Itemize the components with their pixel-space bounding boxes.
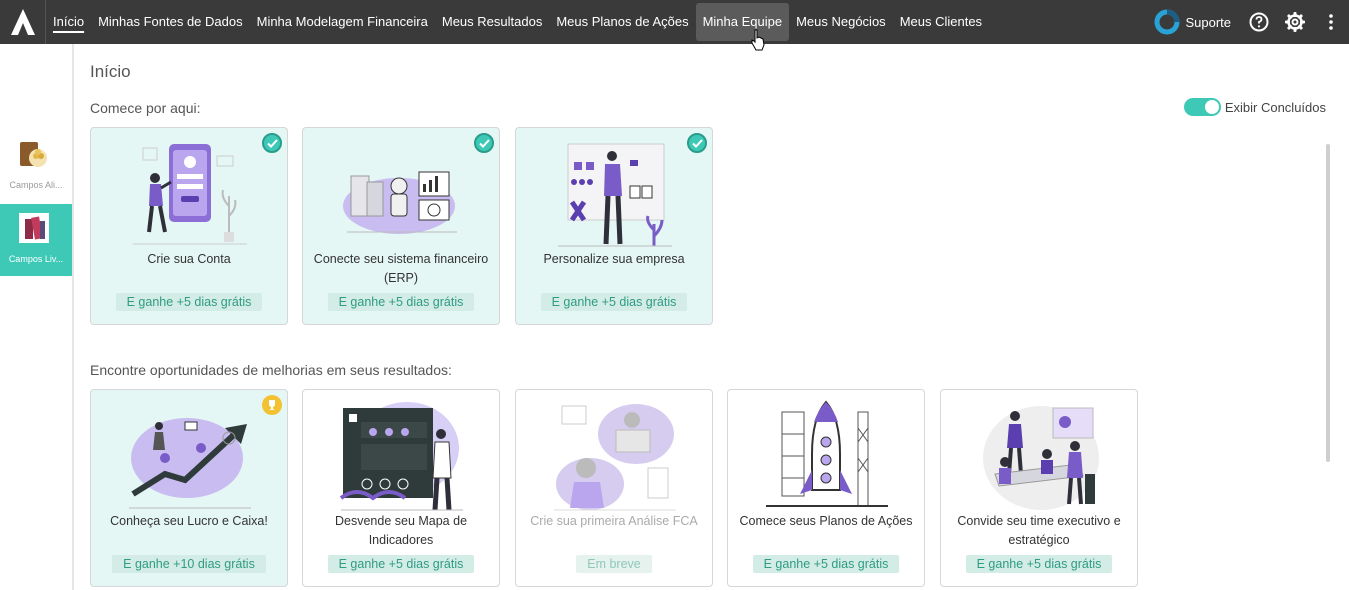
nav-item-negocios[interactable]: Meus Negócios — [789, 3, 893, 41]
analysis-people-illustration-icon — [554, 404, 676, 511]
card-title: Comece seus Planos de Ações — [739, 514, 913, 528]
card-reward-badge: E ganhe +5 dias grátis — [91, 293, 287, 311]
customize-company-illustration-icon — [558, 143, 672, 247]
trophy-icon — [262, 395, 282, 415]
card-connect-erp[interactable]: Conecte seu sistema financeiro (ERP) E g… — [302, 127, 500, 325]
sidebar-item-label: Campos Liv... — [8, 254, 64, 264]
card-reward-badge: E ganhe +5 dias grátis — [728, 555, 924, 573]
show-completed-toggle-wrap: Exibir Concluídos — [1183, 98, 1326, 116]
top-right-tools: Suporte — [1149, 0, 1349, 44]
support-ring-icon — [1154, 9, 1180, 35]
team-meeting-illustration-icon — [983, 406, 1099, 510]
sidebar-item-campos-ali[interactable]: Campos Ali... — [0, 130, 72, 202]
nav-item-planos-de-acoes[interactable]: Meus Planos de Ações — [549, 3, 695, 41]
gear-icon — [1285, 12, 1305, 32]
app-logo[interactable] — [0, 0, 46, 44]
completed-check-icon — [262, 133, 282, 153]
card-reward-badge: E ganhe +10 dias grátis — [91, 555, 287, 573]
company-sidebar: Campos Ali... Campos Liv... — [0, 44, 74, 590]
card-title: Crie sua primeira Análise FCA — [530, 514, 698, 528]
completed-check-icon — [687, 133, 707, 153]
main-nav: Início Minhas Fontes de Dados Minha Mode… — [46, 0, 989, 44]
card-reward-badge: E ganhe +5 dias grátis — [516, 293, 712, 311]
support-ring-button[interactable] — [1149, 0, 1185, 44]
page-scrollbar[interactable] — [1326, 144, 1330, 462]
show-completed-toggle[interactable] — [1183, 98, 1221, 116]
erp-connection-illustration-icon — [343, 171, 457, 234]
settings-button[interactable] — [1277, 0, 1313, 44]
growth-arrow-illustration-icon — [129, 418, 251, 509]
card-reward-badge: E ganhe +5 dias grátis — [941, 555, 1137, 573]
card-action-plans[interactable]: Comece seus Planos de Ações E ganhe +5 d… — [727, 389, 925, 587]
card-indicator-map[interactable]: Desvende seu Mapa de Indicadores E ganhe… — [302, 389, 500, 587]
main-content: Início Comece por aqui: Exibir Concluído… — [90, 44, 1330, 590]
completed-check-icon — [474, 133, 494, 153]
help-button[interactable] — [1241, 0, 1277, 44]
card-fca-analysis[interactable]: Crie sua primeira Análise FCA Em breve — [515, 389, 713, 587]
card-title: Personalize sua empresa — [543, 252, 685, 266]
top-navigation-bar: Início Minhas Fontes de Dados Minha Mode… — [0, 0, 1349, 44]
section-title-start-here: Comece por aqui: — [90, 100, 201, 116]
card-reward-badge: E ganhe +5 dias grátis — [303, 293, 499, 311]
section-title-opportunities: Encontre oportunidades de melhorias em s… — [90, 362, 452, 378]
nav-item-equipe[interactable]: Minha Equipe — [695, 3, 790, 41]
more-vertical-icon — [1329, 14, 1333, 30]
dashboard-presenter-illustration-icon — [339, 402, 463, 511]
help-icon — [1249, 12, 1269, 32]
support-link[interactable]: Suporte — [1185, 15, 1231, 30]
card-title: Convide seu time executivo e estratégico — [957, 514, 1121, 547]
page-title: Início — [90, 62, 131, 81]
nav-item-modelagem-financeira[interactable]: Minha Modelagem Financeira — [250, 3, 435, 41]
account-signup-illustration-icon — [133, 144, 247, 245]
card-title: Conecte seu sistema financeiro (ERP) — [313, 252, 489, 285]
nav-item-resultados[interactable]: Meus Resultados — [435, 3, 549, 41]
sidebar-item-campos-liv[interactable]: Campos Liv... — [0, 204, 72, 276]
card-coming-soon-badge: Em breve — [516, 555, 712, 573]
card-customize-company[interactable]: Personalize sua empresa E ganhe +5 dias … — [515, 127, 713, 325]
show-completed-label: Exibir Concluídos — [1224, 99, 1326, 115]
card-invite-team[interactable]: Convide seu time executivo e estratégico… — [940, 389, 1138, 587]
nav-item-clientes[interactable]: Meus Clientes — [893, 3, 989, 41]
card-profit-and-cash[interactable]: Conheça seu Lucro e Caixa! E ganhe +10 d… — [90, 389, 288, 587]
card-title: Desvende seu Mapa de Indicadores — [334, 514, 468, 547]
card-title: Conheça seu Lucro e Caixa! — [110, 514, 268, 528]
sidebar-item-label: Campos Ali... — [9, 180, 63, 190]
rocket-launch-illustration-icon — [766, 400, 888, 507]
card-reward-badge: E ganhe +5 dias grátis — [303, 555, 499, 573]
card-create-account[interactable]: Crie sua Conta E ganhe +5 dias grátis — [90, 127, 288, 325]
company-thumbnail-icon — [19, 213, 49, 243]
nav-item-fontes-de-dados[interactable]: Minhas Fontes de Dados — [91, 3, 250, 41]
nav-item-inicio[interactable]: Início — [46, 3, 91, 41]
logo-a-icon — [10, 9, 35, 35]
more-menu-button[interactable] — [1313, 0, 1349, 44]
company-thumbnail-icon — [20, 142, 47, 167]
card-title: Crie sua Conta — [147, 252, 231, 266]
